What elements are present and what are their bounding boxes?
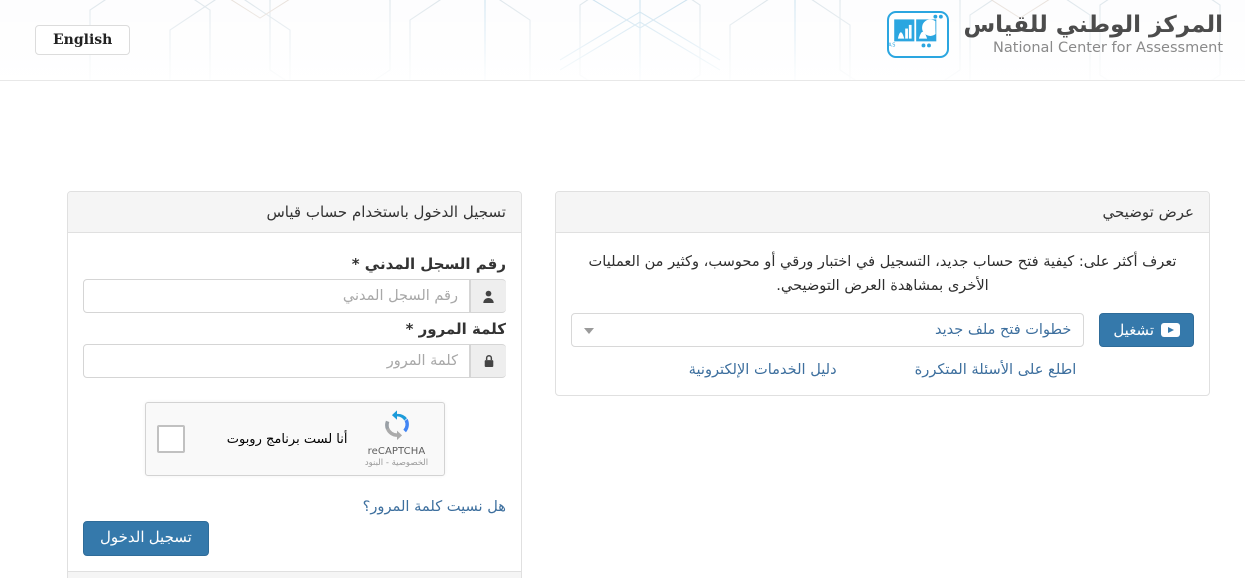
recaptcha-widget: أنا لست برنامج روبوت reCAPTCHA الخصوصية … bbox=[144, 402, 445, 476]
login-panel-body: رقم السجل المدني * رقم السجل المدني كلمة… bbox=[68, 233, 521, 571]
demo-panel: عرض توضيحي تعرف أكثر على: كيفية فتح حساب… bbox=[555, 191, 1210, 397]
civil-id-placeholder: رقم السجل المدني bbox=[342, 288, 458, 304]
login-submit-button[interactable]: تسجيل الدخول bbox=[83, 521, 209, 556]
language-toggle-button[interactable]: English bbox=[35, 25, 131, 55]
password-placeholder: كلمة المرور bbox=[386, 353, 458, 369]
password-label: كلمة المرور * bbox=[405, 320, 506, 338]
play-video-button[interactable]: تشغيل bbox=[1099, 313, 1194, 348]
brand-logo: المركز الوطني للقياس National Center for… bbox=[887, 11, 1223, 58]
page-header: English المركز الوطني للقياس National Ce… bbox=[0, 0, 1245, 81]
login-panel: تسجيل الدخول باستخدام حساب قياس رقم السج… bbox=[67, 191, 522, 578]
play-button-label: تشغيل bbox=[1113, 322, 1154, 340]
demo-controls-row: تشغيل خطوات فتح ملف جديد bbox=[571, 313, 1194, 348]
civil-id-label: رقم السجل المدني * bbox=[351, 255, 506, 273]
faq-link[interactable]: اطلع على الأسئلة المتكررة bbox=[915, 361, 1077, 378]
demo-links-row: اطلع على الأسئلة المتكررة دليل الخدمات ا… bbox=[571, 361, 1194, 380]
page-content: عرض توضيحي تعرف أكثر على: كيفية فتح حساب… bbox=[0, 81, 1245, 578]
password-input-group: كلمة المرور bbox=[83, 344, 506, 378]
recaptcha-logo-icon bbox=[384, 410, 409, 440]
demo-panel-body: تعرف أكثر على: كيفية فتح حساب جديد، التس… bbox=[556, 233, 1209, 395]
demo-select-value: خطوات فتح ملف جديد bbox=[934, 322, 1072, 339]
brand-name-arabic: المركز الوطني للقياس bbox=[963, 12, 1223, 38]
forgot-password-row: هل نسيت كلمة المرور؟ bbox=[83, 498, 506, 515]
qiyas-logo-icon: QIYAS bbox=[887, 11, 950, 58]
civil-id-input[interactable]: رقم السجل المدني bbox=[83, 279, 470, 313]
lock-icon bbox=[470, 344, 506, 378]
password-input[interactable]: كلمة المرور bbox=[83, 344, 470, 378]
recaptcha-label: أنا لست برنامج روبوت bbox=[226, 431, 348, 447]
recaptcha-terms-links[interactable]: الخصوصية - البنود bbox=[361, 458, 433, 468]
brand-text: المركز الوطني للقياس National Center for… bbox=[963, 12, 1223, 56]
forgot-password-link[interactable]: هل نسيت كلمة المرور؟ bbox=[363, 498, 506, 515]
civil-id-input-group: رقم السجل المدني bbox=[83, 279, 506, 313]
demo-panel-title: عرض توضيحي bbox=[556, 192, 1209, 233]
recaptcha-branding: reCAPTCHA الخصوصية - البنود bbox=[361, 410, 433, 468]
chevron-down-icon bbox=[584, 328, 594, 335]
login-panel-title: تسجيل الدخول باستخدام حساب قياس bbox=[68, 192, 521, 233]
recaptcha-brand-name: reCAPTCHA bbox=[367, 446, 426, 457]
submit-row: تسجيل الدخول bbox=[83, 521, 506, 556]
user-icon bbox=[470, 279, 506, 313]
recaptcha-checkbox[interactable] bbox=[156, 425, 185, 453]
demo-description: تعرف أكثر على: كيفية فتح حساب جديد، التس… bbox=[588, 253, 1177, 294]
youtube-play-icon bbox=[1161, 323, 1180, 338]
brand-name-english: National Center for Assessment bbox=[993, 39, 1223, 56]
login-panel-footer: ليس لديك حساب في (قياس) سجل الان ! bbox=[68, 570, 521, 578]
demo-video-select[interactable]: خطوات فتح ملف جديد bbox=[571, 313, 1085, 348]
eservices-guide-link[interactable]: دليل الخدمات الإلكترونية bbox=[689, 361, 837, 378]
svg-text:QIYAS: QIYAS bbox=[889, 42, 896, 48]
